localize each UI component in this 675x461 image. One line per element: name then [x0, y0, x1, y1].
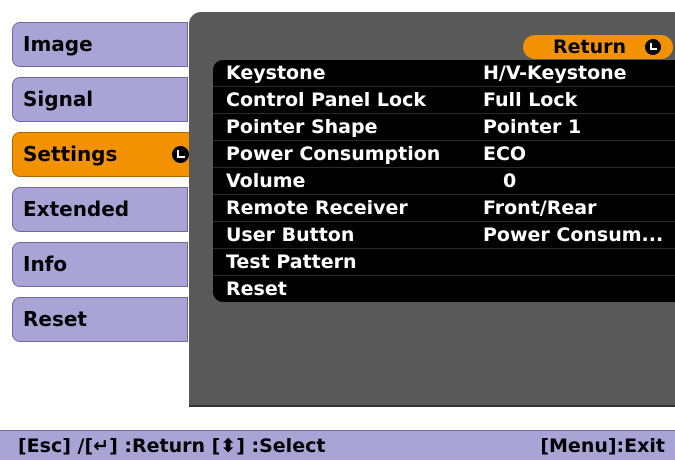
menu-item-extended[interactable]: Extended [12, 187, 188, 232]
setting-value: Power Consum... [483, 224, 664, 246]
setting-label: Pointer Shape [226, 116, 378, 138]
setting-label: Reset [226, 278, 287, 300]
setting-value: Pointer 1 [483, 116, 582, 138]
menu-item-label: Signal [23, 87, 94, 111]
menu-item-signal[interactable]: Signal [12, 77, 188, 122]
setting-row-power-consumption[interactable]: Power Consumption ECO [213, 141, 675, 167]
menu-item-settings[interactable]: Settings [12, 132, 200, 177]
return-button[interactable]: Return [523, 35, 673, 59]
setting-row-control-panel-lock[interactable]: Control Panel Lock Full Lock [213, 87, 675, 113]
menu-item-label: Image [23, 32, 93, 56]
setting-label: User Button [226, 224, 355, 246]
setting-label: Volume [226, 170, 306, 192]
setting-label: Test Pattern [226, 251, 357, 273]
menu-item-label: Reset [23, 307, 87, 331]
setting-value: Full Lock [483, 89, 578, 111]
setting-value: ECO [483, 143, 527, 165]
setting-label: Remote Receiver [226, 197, 408, 219]
settings-list: Keystone H/V-Keystone Control Panel Lock F… [213, 60, 675, 302]
setting-row-reset[interactable]: Reset [213, 276, 675, 302]
enter-icon [645, 39, 661, 55]
setting-row-keystone[interactable]: Keystone H/V-Keystone [213, 60, 675, 86]
setting-row-remote-receiver[interactable]: Remote Receiver Front/Rear [213, 195, 675, 221]
setting-row-user-button[interactable]: User Button Power Consum... [213, 222, 675, 248]
hint-right: [Menu]:Exit [540, 435, 665, 457]
hint-bar: [Esc] /[↵] :Return [⬍] :Select [Menu]:Ex… [0, 430, 675, 460]
setting-row-volume[interactable]: Volume 0 [213, 168, 675, 194]
menu-item-image[interactable]: Image [12, 22, 188, 67]
menu-item-label: Info [23, 252, 68, 276]
return-label: Return [553, 36, 627, 58]
menu-item-label: Settings [23, 142, 118, 166]
menu-item-label: Extended [23, 197, 130, 221]
setting-label: Power Consumption [226, 143, 441, 165]
setting-label: Control Panel Lock [226, 89, 426, 111]
setting-row-pointer-shape[interactable]: Pointer Shape Pointer 1 [213, 114, 675, 140]
enter-icon [172, 146, 189, 163]
menu-item-reset[interactable]: Reset [12, 297, 188, 342]
setting-value: Front/Rear [483, 197, 597, 219]
setting-value: 0 [503, 170, 517, 192]
setting-value: H/V-Keystone [483, 62, 627, 84]
setting-row-test-pattern[interactable]: Test Pattern [213, 249, 675, 275]
menu-item-info[interactable]: Info [12, 242, 188, 287]
setting-label: Keystone [226, 62, 326, 84]
hint-left: [Esc] /[↵] :Return [⬍] :Select [18, 435, 326, 457]
